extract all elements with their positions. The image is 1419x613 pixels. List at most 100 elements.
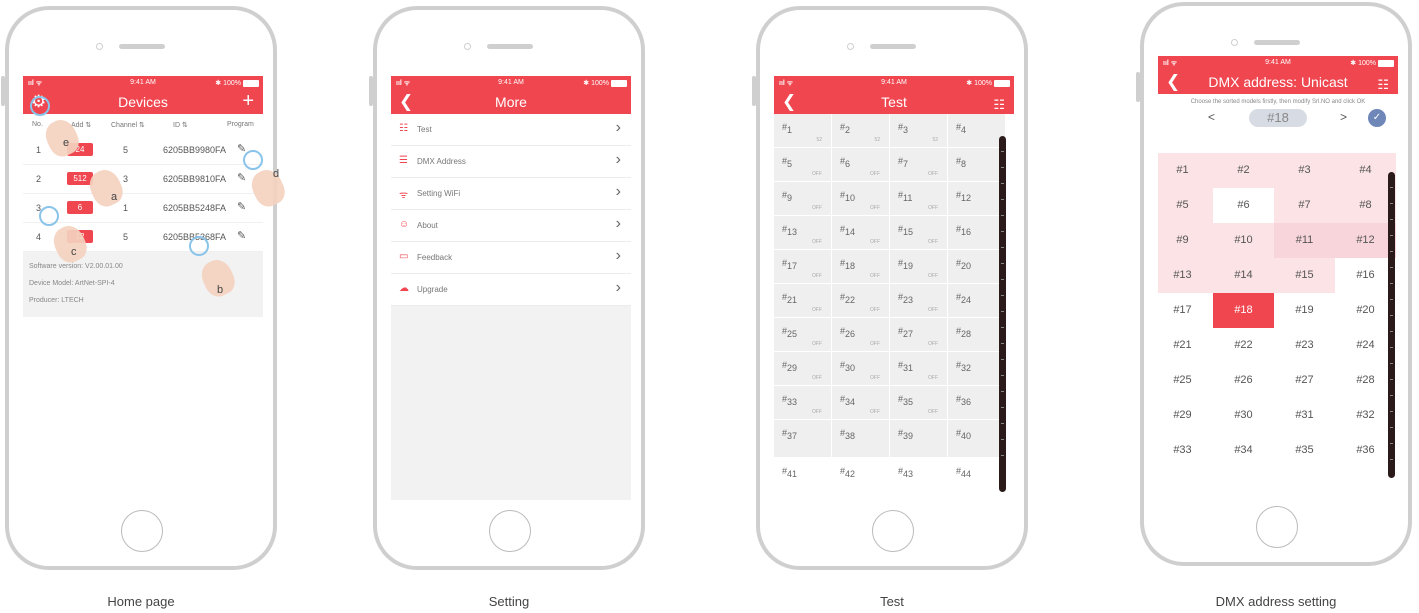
phone-home-button[interactable]	[121, 510, 163, 552]
channel-cell[interactable]: #38	[832, 420, 890, 458]
address-cell[interactable]: #30	[1213, 398, 1274, 433]
address-cell[interactable]: #20	[1335, 293, 1396, 328]
menu-item-about[interactable]: ☺ About ›	[391, 210, 631, 242]
address-cell[interactable]: #31	[1274, 398, 1335, 433]
channel-cell[interactable]: #7 OFF	[890, 148, 948, 182]
channel-scrollbar[interactable]	[999, 136, 1006, 492]
address-cell[interactable]: #7	[1274, 188, 1335, 223]
channel-cell[interactable]: #42	[832, 458, 890, 496]
channel-cell[interactable]: #34 OFF	[832, 386, 890, 420]
channel-cell[interactable]: #39	[890, 420, 948, 458]
address-cell[interactable]: #35	[1274, 433, 1335, 468]
address-cell[interactable]: #33	[1158, 433, 1213, 468]
address-cell[interactable]: #6	[1213, 188, 1274, 223]
address-cell[interactable]: #34	[1213, 433, 1274, 468]
channel-cell[interactable]: #18 OFF	[832, 250, 890, 284]
channel-cell[interactable]: #15 OFF	[890, 216, 948, 250]
channel-cell[interactable]: #17 OFF	[774, 250, 832, 284]
address-cell[interactable]: #19	[1274, 293, 1335, 328]
address-cell[interactable]: #24	[1335, 328, 1396, 363]
table-row[interactable]: 3 6 1 6205BB5248FA ✎	[23, 194, 263, 223]
address-cell[interactable]: #16	[1335, 258, 1396, 293]
channel-cell[interactable]: #19 OFF	[890, 250, 948, 284]
device-address-badge[interactable]: 6	[67, 201, 93, 214]
menu-item-upgrade[interactable]: ☁ Upgrade ›	[391, 274, 631, 306]
channel-cell[interactable]: #6 OFF	[832, 148, 890, 182]
phone-home-button[interactable]	[489, 510, 531, 552]
channel-cell[interactable]: #30 OFF	[832, 352, 890, 386]
address-cell[interactable]: #14	[1213, 258, 1274, 293]
prev-address-button[interactable]: <	[1208, 110, 1215, 124]
channel-cell[interactable]: #5 OFF	[774, 148, 832, 182]
channel-cell[interactable]: #32	[948, 352, 1006, 386]
edit-pencil-icon[interactable]: ✎	[237, 171, 246, 184]
address-cell[interactable]: #8	[1335, 188, 1396, 223]
phone-home-button[interactable]	[872, 510, 914, 552]
channel-cell[interactable]: #3 52	[890, 114, 948, 148]
menu-item-feedback[interactable]: ▭ Feedback ›	[391, 242, 631, 274]
channel-cell[interactable]: #31 OFF	[890, 352, 948, 386]
address-cell[interactable]: #1	[1158, 153, 1213, 188]
edit-pencil-icon[interactable]: ✎	[237, 200, 246, 213]
channel-cell[interactable]: #36	[948, 386, 1006, 420]
col-channel[interactable]: Channel ⇅	[111, 121, 145, 129]
address-cell[interactable]: #26	[1213, 363, 1274, 398]
address-cell[interactable]: #21	[1158, 328, 1213, 363]
channel-cell[interactable]: #33 OFF	[774, 386, 832, 420]
address-cell[interactable]: #23	[1274, 328, 1335, 363]
channel-cell[interactable]: #22 OFF	[832, 284, 890, 318]
add-device-icon[interactable]: +	[242, 91, 254, 111]
channel-cell[interactable]: #26 OFF	[832, 318, 890, 352]
address-scrollbar[interactable]	[1388, 172, 1395, 478]
address-cell[interactable]: #27	[1274, 363, 1335, 398]
filter-sliders-icon[interactable]: ☷	[993, 95, 1005, 115]
channel-cell[interactable]: #8	[948, 148, 1006, 182]
address-cell[interactable]: #5	[1158, 188, 1213, 223]
channel-cell[interactable]: #25 OFF	[774, 318, 832, 352]
address-cell[interactable]: #10	[1213, 223, 1274, 258]
channel-cell[interactable]: #2 52	[832, 114, 890, 148]
address-cell[interactable]: #22	[1213, 328, 1274, 363]
channel-cell[interactable]: #23 OFF	[890, 284, 948, 318]
channel-cell[interactable]: #13 OFF	[774, 216, 832, 250]
address-cell[interactable]: #36	[1335, 433, 1396, 468]
address-cell[interactable]: #25	[1158, 363, 1213, 398]
channel-cell[interactable]: #43	[890, 458, 948, 496]
address-cell[interactable]: #15	[1274, 258, 1335, 293]
address-cell[interactable]: #2	[1213, 153, 1274, 188]
menu-item-setting-wifi[interactable]: ᯤ Setting WiFi ›	[391, 178, 631, 210]
channel-cell[interactable]: #29 OFF	[774, 352, 832, 386]
channel-cell[interactable]: #1 52	[774, 114, 832, 148]
address-cell[interactable]: #4	[1335, 153, 1396, 188]
channel-cell[interactable]: #20	[948, 250, 1006, 284]
channel-cell[interactable]: #44	[948, 458, 1006, 496]
table-row[interactable]: 2 512 3 6205BB9810FA ✎	[23, 165, 263, 194]
channel-cell[interactable]: #24	[948, 284, 1006, 318]
address-cell[interactable]: #11	[1274, 223, 1335, 258]
address-cell[interactable]: #18	[1213, 293, 1274, 328]
menu-item-test[interactable]: ☷ Test ›	[391, 114, 631, 146]
address-cell[interactable]: #9	[1158, 223, 1213, 258]
phone-home-button[interactable]	[1256, 506, 1298, 548]
address-cell[interactable]: #13	[1158, 258, 1213, 293]
channel-cell[interactable]: #40	[948, 420, 1006, 458]
address-cell[interactable]: #32	[1335, 398, 1396, 433]
filter-sliders-icon[interactable]: ☷	[1377, 75, 1389, 95]
channel-cell[interactable]: #37	[774, 420, 832, 458]
col-no[interactable]: No.	[32, 121, 43, 128]
address-cell[interactable]: #12	[1335, 223, 1396, 258]
channel-cell[interactable]: #9 OFF	[774, 182, 832, 216]
address-cell[interactable]: #28	[1335, 363, 1396, 398]
channel-cell[interactable]: #41	[774, 458, 832, 496]
address-cell[interactable]: #17	[1158, 293, 1213, 328]
channel-cell[interactable]: #35 OFF	[890, 386, 948, 420]
channel-cell[interactable]: #14 OFF	[832, 216, 890, 250]
channel-cell[interactable]: #11 OFF	[890, 182, 948, 216]
channel-cell[interactable]: #21 OFF	[774, 284, 832, 318]
channel-cell[interactable]: #16	[948, 216, 1006, 250]
channel-cell[interactable]: #12	[948, 182, 1006, 216]
col-id[interactable]: ID ⇅	[173, 121, 188, 129]
confirm-check-icon[interactable]: ✓	[1368, 109, 1386, 127]
menu-item-dmx-address[interactable]: ☰ DMX Address ›	[391, 146, 631, 178]
edit-pencil-icon[interactable]: ✎	[237, 229, 246, 242]
